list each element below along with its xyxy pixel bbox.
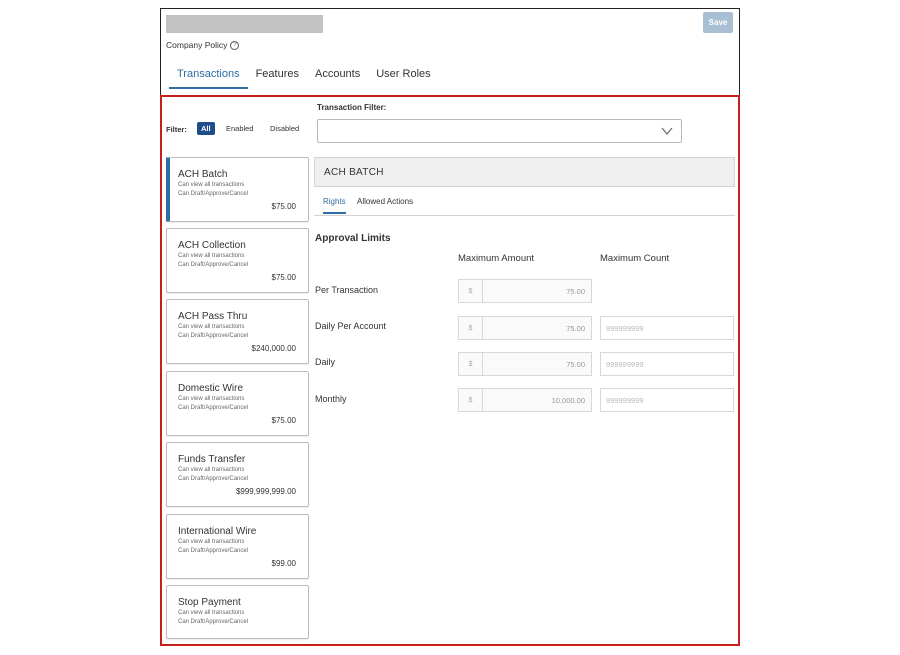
card-view-rights: Can view all transactions [178, 610, 245, 616]
policy-frame: Save Company Policy ? Transactions Featu… [160, 8, 740, 646]
transaction-card-international-wire[interactable]: International Wire Can view all transact… [166, 514, 309, 579]
card-draft-rights: Can Draft/Approve/Cancel [178, 262, 249, 268]
main-tabs: Transactions Features Accounts User Role… [169, 68, 439, 89]
tab-transactions[interactable]: Transactions [169, 68, 248, 89]
policy-header: Save Company Policy ? Transactions Featu… [161, 9, 739, 97]
transaction-filter-label: Transaction Filter: [317, 103, 387, 112]
tab-rights[interactable]: Rights [323, 197, 346, 214]
amount-value: 75.00 [566, 359, 585, 369]
limit-row-label: Monthly [315, 394, 347, 404]
card-view-rights: Can view all transactions [178, 539, 245, 545]
currency-prefix: $ [459, 389, 483, 411]
card-amount: $999,999,999.00 [235, 487, 296, 496]
redacted-title [166, 15, 323, 33]
transaction-card-ach-pass-thru[interactable]: ACH Pass Thru Can view all transactions … [166, 299, 309, 364]
card-draft-rights: Can Draft/Approve/Cancel [178, 333, 249, 339]
card-draft-rights: Can Draft/Approve/Cancel [178, 619, 249, 625]
filter-all-button[interactable]: All [197, 122, 215, 135]
card-view-rights: Can view all transactions [178, 467, 245, 473]
max-amount-header: Maximum Amount [458, 253, 535, 264]
monthly-count-field[interactable]: 999999999 [600, 388, 734, 412]
card-draft-rights: Can Draft/Approve/Cancel [178, 476, 249, 482]
daily-per-account-amount-field[interactable]: $ 75.00 [458, 316, 592, 340]
transaction-card-ach-batch[interactable]: ACH Batch Can view all transactions Can … [166, 157, 309, 222]
save-button[interactable]: Save [703, 12, 733, 33]
card-title: Funds Transfer [178, 454, 246, 465]
transaction-card-domestic-wire[interactable]: Domestic Wire Can view all transactions … [166, 371, 309, 436]
limit-row-label: Daily Per Account [315, 321, 387, 331]
filter-enabled-button[interactable]: Enabled [222, 122, 258, 135]
monthly-amount-field[interactable]: $ 10,000.00 [458, 388, 592, 412]
filter-label: Filter: [166, 125, 187, 134]
currency-prefix: $ [459, 353, 483, 375]
currency-prefix: $ [459, 317, 483, 339]
card-title: Domestic Wire [178, 383, 244, 394]
amount-value: 10,000.00 [551, 395, 585, 405]
limit-row-label: Daily [315, 357, 336, 367]
transaction-filter-select[interactable] [317, 119, 682, 143]
card-title: International Wire [178, 526, 257, 537]
card-draft-rights: Can Draft/Approve/Cancel [178, 548, 249, 554]
detail-title: ACH BATCH [324, 167, 384, 178]
tab-features[interactable]: Features [248, 68, 307, 89]
card-title: Stop Payment [178, 597, 241, 608]
card-view-rights: Can view all transactions [178, 324, 245, 330]
transaction-card-stop-payment[interactable]: Stop Payment Can view all transactions C… [166, 585, 309, 639]
limit-row-label: Per Transaction [315, 285, 379, 295]
detail-header: ACH BATCH [314, 157, 735, 187]
transactions-panel: Filter: All Enabled Disabled Transaction… [160, 95, 740, 646]
daily-count-field[interactable]: 999999999 [600, 352, 734, 376]
daily-per-account-count-field[interactable]: 999999999 [600, 316, 734, 340]
card-title: ACH Pass Thru [178, 311, 248, 322]
transaction-card-ach-collection[interactable]: ACH Collection Can view all transactions… [166, 228, 309, 293]
currency-prefix: $ [459, 280, 483, 302]
card-amount: $75.00 [271, 202, 296, 211]
card-draft-rights: Can Draft/Approve/Cancel [178, 405, 249, 411]
filter-disabled-button[interactable]: Disabled [266, 122, 303, 135]
company-policy-row: Company Policy ? [166, 40, 240, 50]
tab-accounts[interactable]: Accounts [307, 68, 368, 89]
tab-allowed-actions[interactable]: Allowed Actions [357, 197, 413, 212]
help-icon[interactable]: ? [230, 40, 240, 50]
card-amount: $240,000.00 [251, 344, 297, 353]
tab-user-roles[interactable]: User Roles [368, 68, 438, 89]
card-view-rights: Can view all transactions [178, 253, 245, 259]
daily-amount-field[interactable]: $ 75.00 [458, 352, 592, 376]
card-amount: $99.00 [271, 559, 296, 568]
card-amount: $75.00 [271, 416, 296, 425]
card-amount: $75.00 [271, 273, 296, 282]
card-draft-rights: Can Draft/Approve/Cancel [178, 191, 249, 197]
company-policy-label: Company Policy [166, 40, 228, 50]
detail-tabs: Rights Allowed Actions [314, 192, 735, 216]
per-transaction-amount-field[interactable]: $ 75.00 [458, 279, 592, 303]
amount-value: 75.00 [566, 286, 585, 296]
max-count-header: Maximum Count [600, 253, 670, 264]
approval-limits-heading: Approval Limits [315, 233, 391, 244]
chevron-down-icon [661, 127, 673, 135]
transaction-card-funds-transfer[interactable]: Funds Transfer Can view all transactions… [166, 442, 309, 507]
amount-value: 75.00 [566, 323, 585, 333]
card-view-rights: Can view all transactions [178, 182, 245, 188]
card-view-rights: Can view all transactions [178, 396, 245, 402]
card-title: ACH Collection [178, 240, 246, 251]
card-title: ACH Batch [178, 169, 228, 180]
